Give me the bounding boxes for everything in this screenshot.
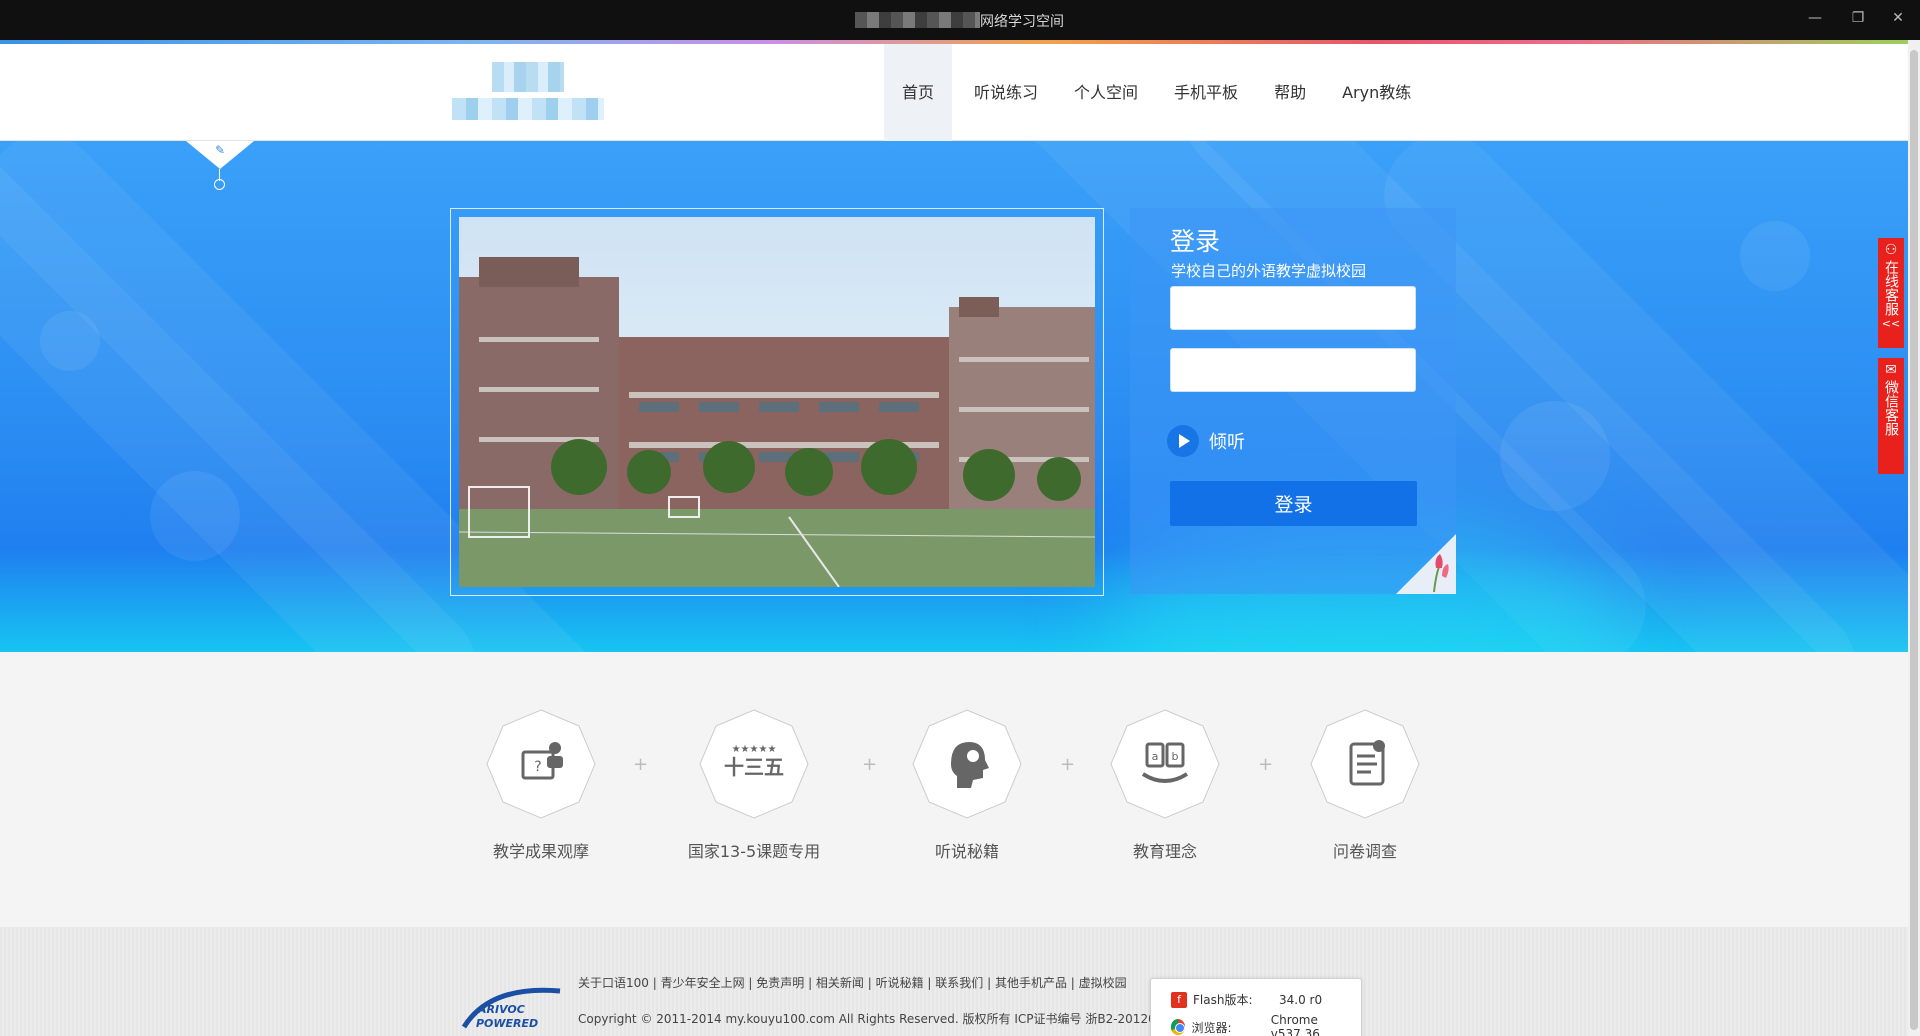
tulip-corner-icon [1396, 534, 1456, 594]
login-submit-button[interactable]: 登录 [1170, 481, 1417, 526]
chrome-icon [1171, 1019, 1186, 1035]
flash-version: 34.0 r0 [1279, 992, 1323, 1007]
scrollbar-thumb[interactable] [1910, 50, 1918, 1030]
page-scrollbar[interactable] [1908, 40, 1920, 1036]
svg-text:?: ? [534, 759, 541, 775]
browser-version: Chrome v537.36 [1270, 1013, 1320, 1036]
teaching-results-icon: ? [486, 709, 596, 819]
feature-section: ? 教学成果观摩 + ★★★★★ 十三五 国家13-5课题专用 + 听说秘籍 +… [0, 652, 1908, 927]
listen-label: 倾听 [1209, 432, 1245, 453]
edit-pin[interactable]: ✎ [186, 141, 254, 193]
version-info-box: f Flash版本: 34.0 r0 浏览器: Chrome v537.36 [1150, 978, 1362, 1036]
svg-text:ARIVOC: ARIVOC [477, 1003, 525, 1016]
window-title: 网络学习空间 [980, 14, 1064, 30]
feature-teaching-results[interactable]: ? 教学成果观摩 [441, 708, 641, 862]
site-header: 首页 听说练习 个人空间 手机平板 帮助 Aryn教练 [0, 44, 1908, 141]
browser-label: 浏览器: [1191, 1020, 1232, 1035]
svg-text:a: a [1152, 750, 1159, 763]
play-icon [1167, 425, 1199, 457]
education-concept-icon: a b [1110, 709, 1220, 819]
login-subtitle: 学校自己的外语教学虚拟校园 [1171, 262, 1367, 280]
close-button[interactable]: ✕ [1888, 10, 1908, 26]
username-input[interactable] [1170, 286, 1416, 330]
nav-help[interactable]: 帮助 [1256, 44, 1324, 141]
password-input[interactable] [1170, 348, 1416, 392]
edit-icon: ✎ [214, 143, 226, 157]
site-logo[interactable] [452, 62, 604, 124]
nav-home[interactable]: 首页 [884, 44, 953, 141]
feature-national-project[interactable]: ★★★★★ 十三五 国家13-5课题专用 [654, 708, 854, 862]
wechat-icon: ✉ [1885, 362, 1897, 378]
survey-icon [1310, 709, 1420, 819]
footer-links[interactable]: 关于口语100 | 青少年安全上网 | 免责声明 | 相关新闻 | 听说秘籍 |… [578, 974, 1127, 991]
school-building-photo [458, 217, 1096, 588]
online-service-badge[interactable]: ⚇ 在线客服 << [1878, 238, 1904, 348]
service-icon: ⚇ [1884, 242, 1898, 258]
site-footer: ARIVOC POWERED 关于口语100 | 青少年安全上网 | 免责声明 … [0, 927, 1908, 1036]
svg-text:b: b [1172, 750, 1179, 763]
listen-button[interactable]: 倾听 [1167, 424, 1245, 458]
flash-label: Flash版本: [1193, 993, 1253, 1007]
nav-mobile-tablet[interactable]: 手机平板 [1156, 44, 1256, 141]
flash-icon: f [1171, 991, 1187, 1008]
head-brain-icon [912, 709, 1022, 819]
feature-survey[interactable]: 问卷调查 [1265, 708, 1465, 862]
login-title: 登录 [1170, 227, 1221, 256]
maximize-button[interactable]: ❐ [1848, 10, 1868, 26]
school-photo-frame [450, 208, 1104, 596]
nav-listening-practice[interactable]: 听说练习 [956, 44, 1056, 141]
svg-text:十三五: 十三五 [724, 755, 784, 779]
feature-listening-tips[interactable]: 听说秘籍 [867, 708, 1067, 862]
footer-copyright: Copyright © 2011-2014 my.kouyu100.com Al… [578, 1012, 1179, 1026]
feature-education-concept[interactable]: a b 教育理念 [1065, 708, 1265, 862]
title-redacted [855, 12, 980, 28]
minimize-button[interactable]: — [1805, 10, 1825, 26]
svg-text:POWERED: POWERED [476, 1017, 538, 1030]
window-title-bar: 网络学习空间 — ❐ ✕ [0, 0, 1920, 40]
svg-text:★★★★★: ★★★★★ [732, 744, 777, 755]
nav-aryn-coach[interactable]: Aryn教练 [1324, 44, 1429, 141]
national-project-icon: ★★★★★ 十三五 [699, 709, 809, 819]
wechat-service-badge[interactable]: ✉ 微信客服 [1878, 358, 1904, 474]
nav-personal-space[interactable]: 个人空间 [1056, 44, 1156, 141]
arivoc-logo: ARIVOC POWERED [461, 987, 561, 1030]
main-nav: 首页 听说练习 个人空间 手机平板 帮助 Aryn教练 [884, 44, 1429, 141]
login-panel: 登录 学校自己的外语教学虚拟校园 倾听 登录 [1130, 208, 1456, 594]
